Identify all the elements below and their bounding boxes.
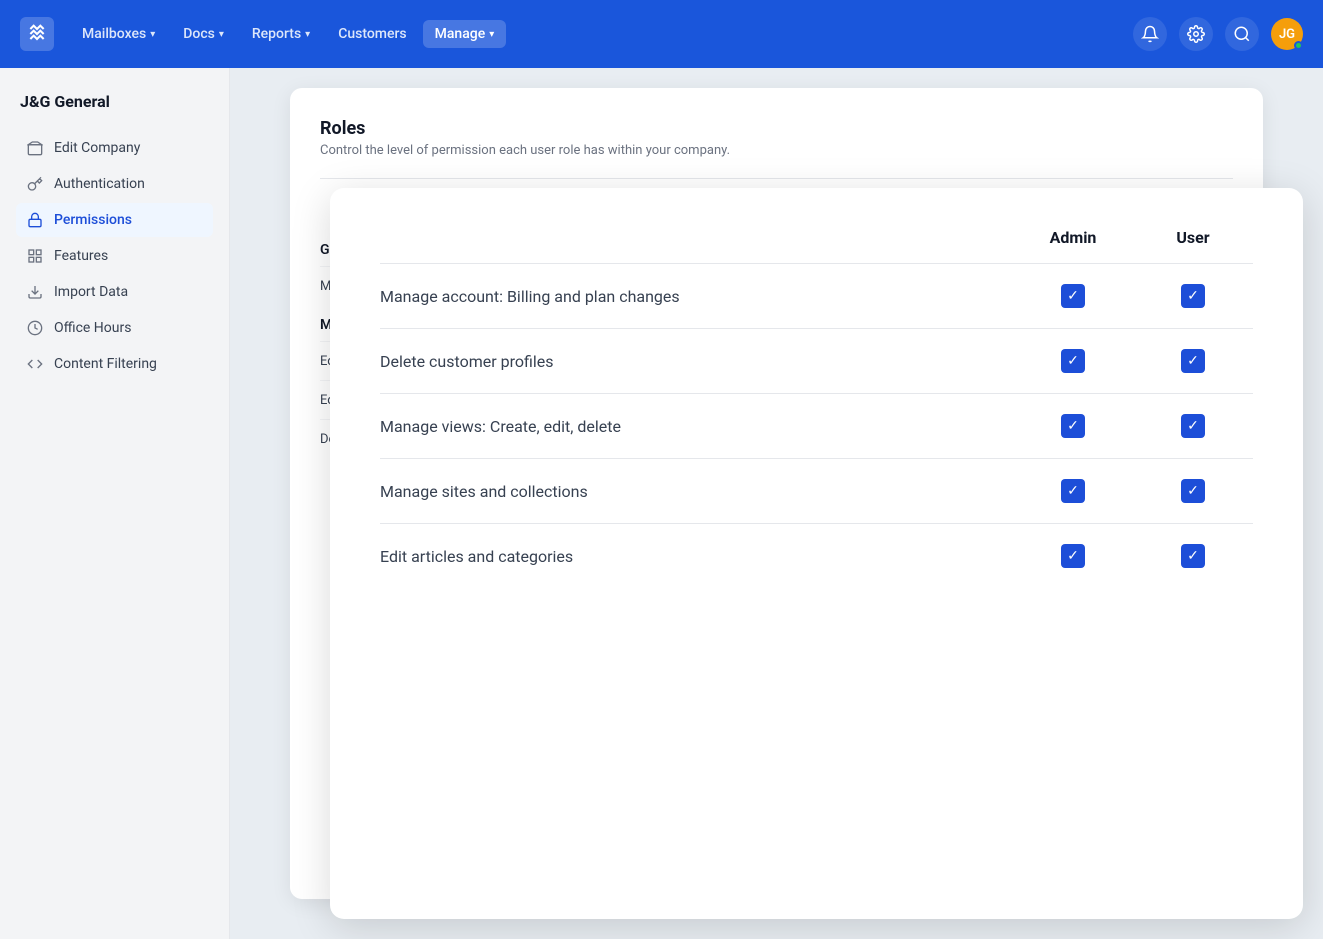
online-indicator (1294, 41, 1303, 50)
fg-table-header: Admin User (380, 228, 1253, 263)
table-row: Delete customer profiles ✓ ✓ (380, 328, 1253, 393)
table-row: Edit articles and categories ✓ ✓ (380, 523, 1253, 588)
top-navigation: Mailboxes ▾ Docs ▾ Reports ▾ Customers M… (0, 0, 1323, 68)
avatar[interactable]: JG (1271, 18, 1303, 50)
code-icon (26, 355, 44, 373)
content-area: Roles Control the level of permission ea… (230, 68, 1323, 939)
main-area: J&G General Edit Company Authentication (0, 68, 1323, 939)
lock-icon (26, 211, 44, 229)
checkbox-user[interactable]: ✓ (1181, 349, 1205, 373)
sidebar-item-features[interactable]: Features (16, 239, 213, 273)
checkbox-user[interactable]: ✓ (1181, 544, 1205, 568)
nav-reports[interactable]: Reports ▾ (240, 20, 322, 48)
notifications-button[interactable] (1133, 17, 1167, 51)
sidebar-item-edit-company[interactable]: Edit Company (16, 131, 213, 165)
settings-button[interactable] (1179, 17, 1213, 51)
sidebar-item-office-hours[interactable]: Office Hours (16, 311, 213, 345)
logo[interactable] (20, 17, 54, 51)
sidebar-item-permissions[interactable]: Permissions (16, 203, 213, 237)
sidebar: J&G General Edit Company Authentication (0, 68, 230, 939)
checkbox-admin[interactable]: ✓ (1061, 284, 1085, 308)
checkbox-user[interactable]: ✓ (1181, 284, 1205, 308)
table-row: Manage views: Create, edit, delete ✓ ✓ (380, 393, 1253, 458)
checkbox-admin[interactable]: ✓ (1061, 544, 1085, 568)
chevron-down-icon: ▾ (219, 29, 224, 40)
roles-subtitle: Control the level of permission each use… (320, 143, 1233, 158)
clock-icon (26, 319, 44, 337)
nav-mailboxes[interactable]: Mailboxes ▾ (70, 20, 167, 48)
download-icon (26, 283, 44, 301)
chevron-down-icon: ▾ (489, 29, 494, 40)
nav-items: Mailboxes ▾ Docs ▾ Reports ▾ Customers M… (70, 20, 1125, 48)
checkbox-admin[interactable]: ✓ (1061, 414, 1085, 438)
table-row: Manage account: Billing and plan changes… (380, 263, 1253, 328)
nav-docs[interactable]: Docs ▾ (171, 20, 236, 48)
sidebar-item-authentication[interactable]: Authentication (16, 167, 213, 201)
checkbox-admin[interactable]: ✓ (1061, 479, 1085, 503)
grid-icon (26, 247, 44, 265)
nav-manage[interactable]: Manage ▾ (423, 20, 507, 48)
building-icon (26, 139, 44, 157)
permissions-foreground-card: Admin User Manage account: Billing and p… (330, 188, 1303, 919)
company-name: J&G General (16, 92, 213, 111)
checkbox-user[interactable]: ✓ (1181, 414, 1205, 438)
nav-right-actions: JG (1133, 17, 1303, 51)
checkbox-admin[interactable]: ✓ (1061, 349, 1085, 373)
sidebar-item-import-data[interactable]: Import Data (16, 275, 213, 309)
table-row: Manage sites and collections ✓ ✓ (380, 458, 1253, 523)
key-icon (26, 175, 44, 193)
search-button[interactable] (1225, 17, 1259, 51)
roles-title: Roles (320, 118, 1233, 139)
nav-customers[interactable]: Customers (326, 20, 418, 48)
chevron-down-icon: ▾ (150, 29, 155, 40)
chevron-down-icon: ▾ (305, 29, 310, 40)
checkbox-user[interactable]: ✓ (1181, 479, 1205, 503)
sidebar-item-content-filtering[interactable]: Content Filtering (16, 347, 213, 381)
